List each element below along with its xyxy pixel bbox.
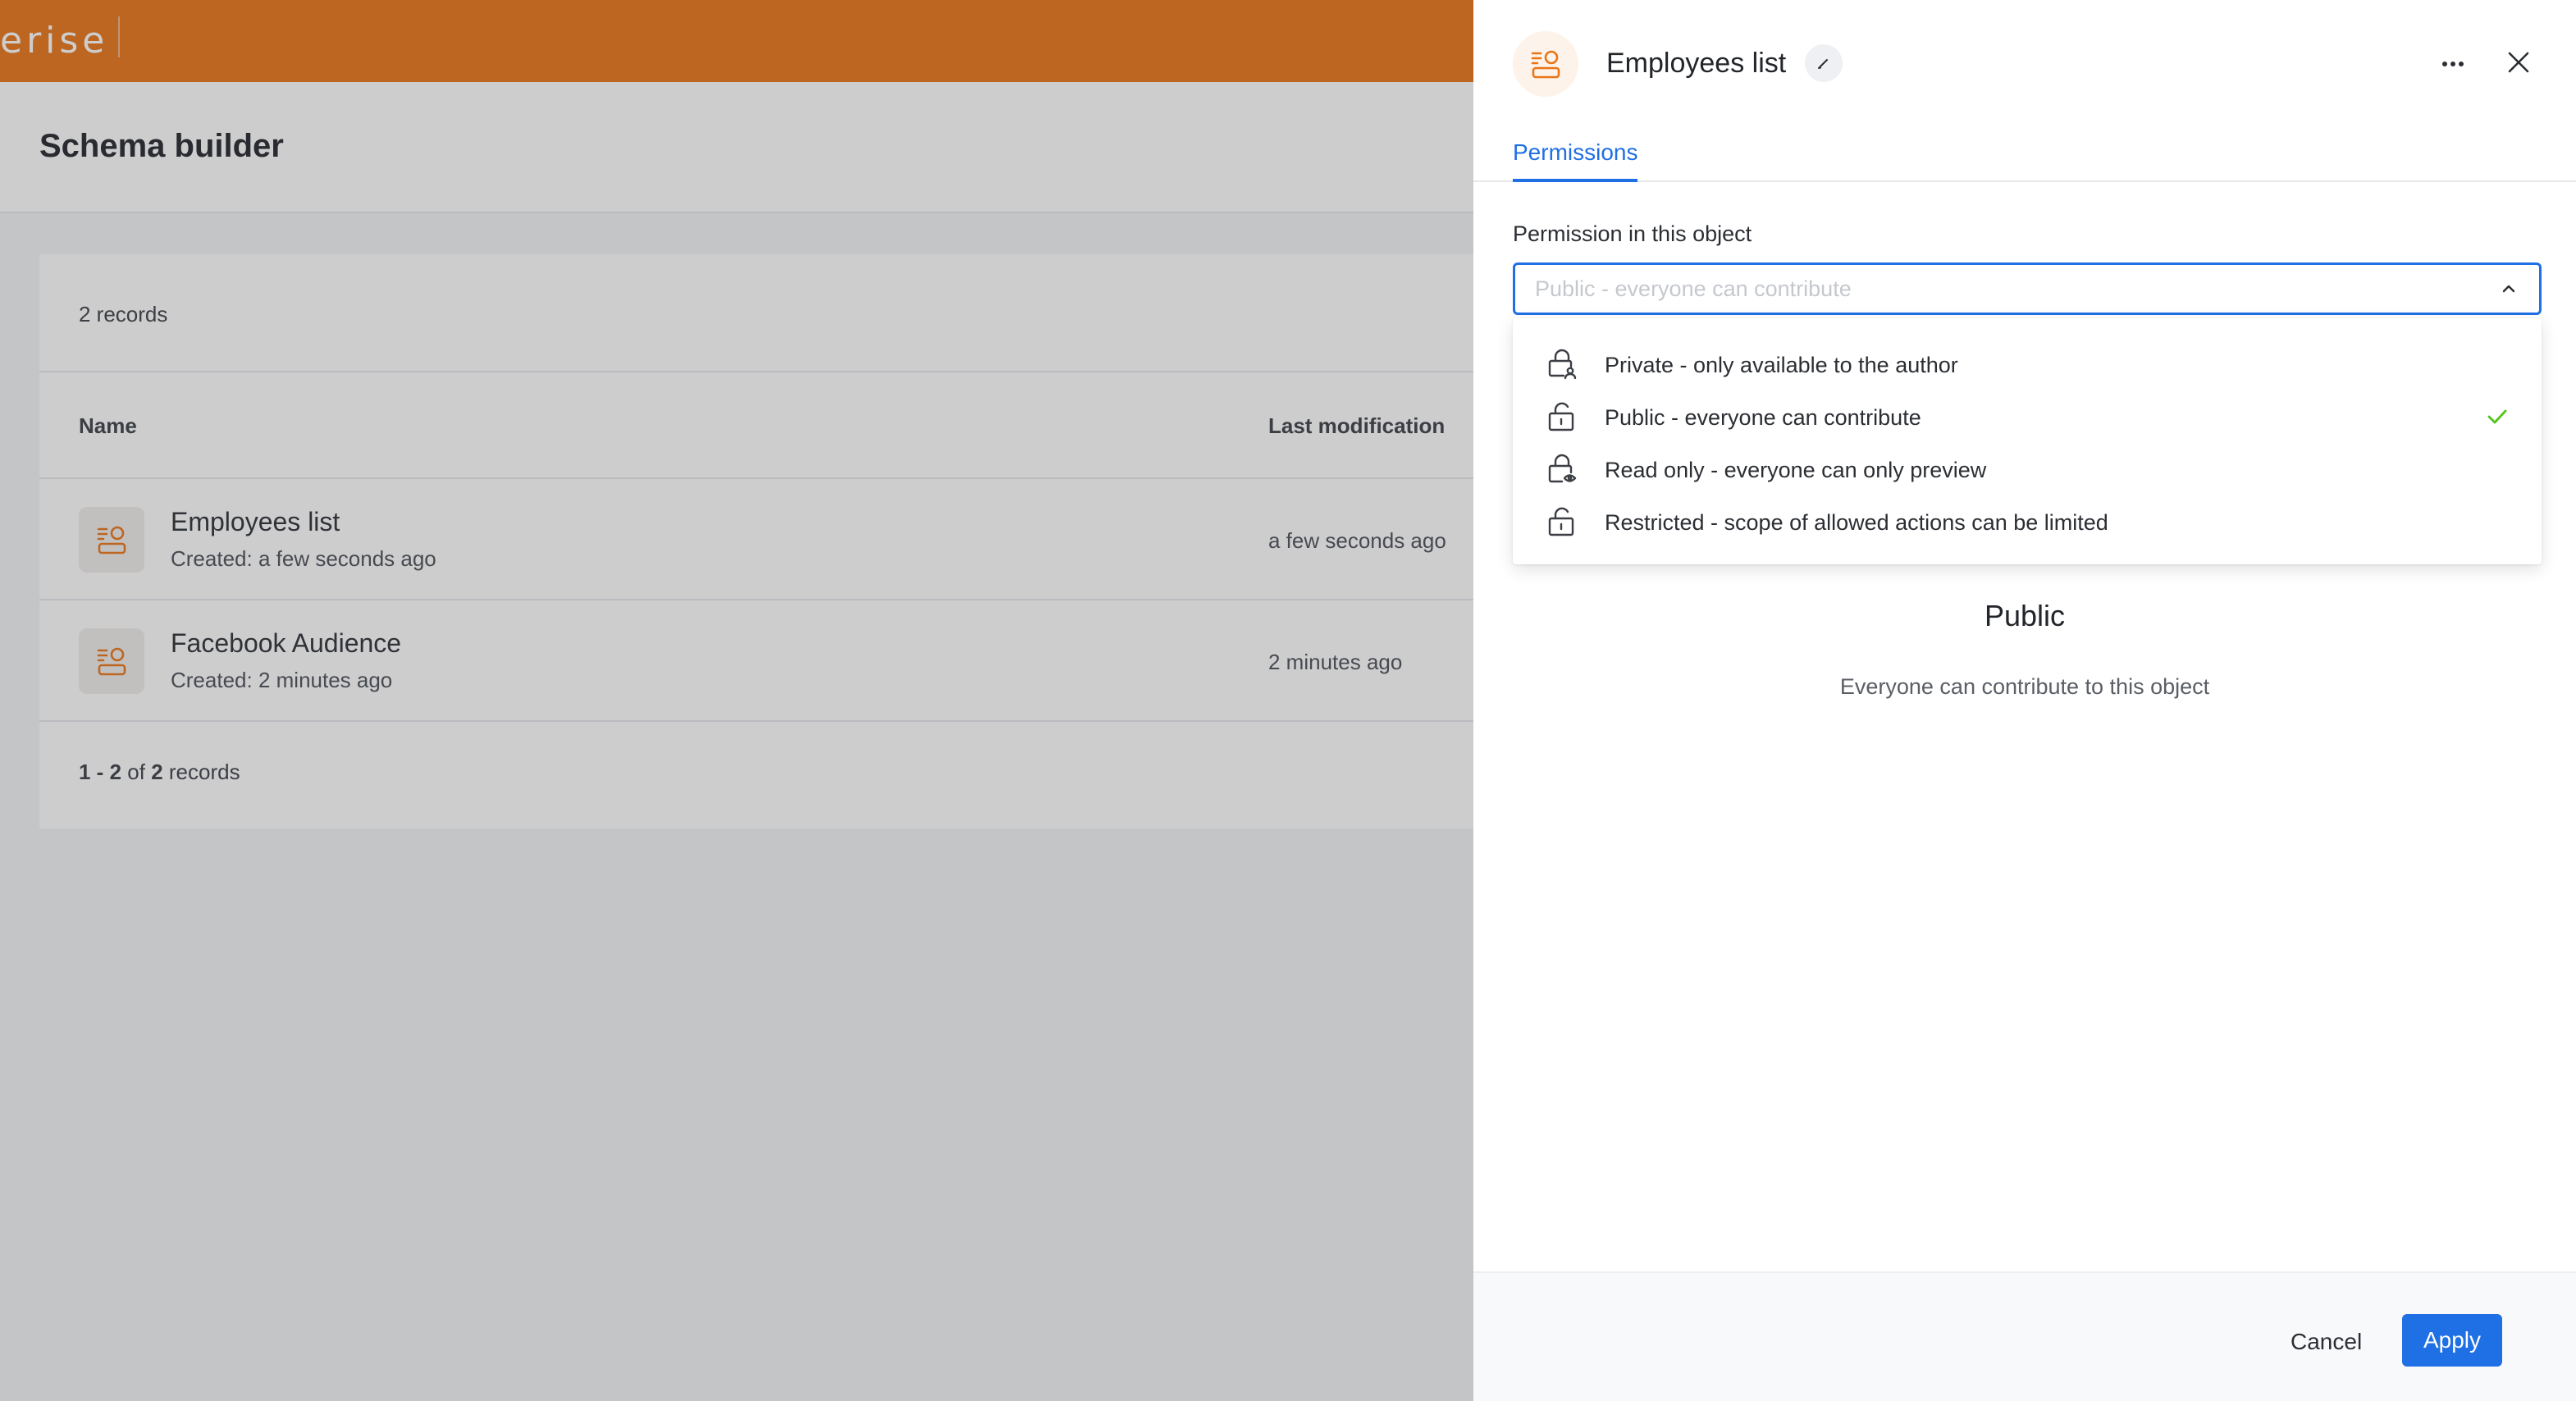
unlock-icon xyxy=(1546,505,1578,538)
permission-select[interactable]: Public - everyone can contribute xyxy=(1513,262,2542,315)
drawer-tabs: Permissions xyxy=(1473,131,2576,182)
more-options-button[interactable] xyxy=(2433,44,2473,84)
more-horizontal-icon xyxy=(2442,62,2464,66)
drawer-title: Employees list xyxy=(1606,48,1787,79)
tab-permissions[interactable]: Permissions xyxy=(1513,139,1638,182)
permission-info-description: Everyone can contribute to this object xyxy=(1839,674,2210,699)
modal-backdrop[interactable] xyxy=(0,0,1473,1401)
option-label: Restricted - scope of allowed actions ca… xyxy=(1605,510,2108,535)
drawer-footer: Cancel Apply xyxy=(1473,1271,2576,1401)
close-icon xyxy=(2508,52,2529,73)
check-icon xyxy=(2484,404,2510,430)
permission-field-label: Permission in this object xyxy=(1513,221,1752,246)
permission-info-title: Public xyxy=(1984,599,2066,632)
permission-dropdown-menu: Private - only available to the author P… xyxy=(1513,318,2542,564)
apply-button[interactable]: Apply xyxy=(2402,1314,2502,1367)
permission-option-private[interactable]: Private - only available to the author xyxy=(1513,338,2542,390)
option-label: Read only - everyone can only preview xyxy=(1605,458,1987,482)
close-drawer-button[interactable] xyxy=(2497,41,2540,84)
option-label: Public - everyone can contribute xyxy=(1605,405,1921,430)
chevron-up-icon xyxy=(2496,276,2521,301)
permission-option-restricted[interactable]: Restricted - scope of allowed actions ca… xyxy=(1513,495,2542,548)
unlock-icon xyxy=(1546,400,1578,433)
permission-option-public[interactable]: Public - everyone can contribute xyxy=(1513,390,2542,443)
permission-option-read-only[interactable]: Read only - everyone can only preview xyxy=(1513,443,2542,495)
lock-user-icon xyxy=(1546,348,1578,381)
permissions-drawer: Employees list Permissions Permission in… xyxy=(1473,0,2576,1401)
schema-icon xyxy=(1513,31,1578,97)
permission-select-placeholder: Public - everyone can contribute xyxy=(1535,276,1852,301)
pencil-icon xyxy=(1818,59,1828,69)
option-label: Private - only available to the author xyxy=(1605,353,1958,377)
edit-title-button[interactable] xyxy=(1805,44,1843,82)
lock-eye-icon xyxy=(1546,453,1578,486)
cancel-button[interactable]: Cancel xyxy=(2274,1316,2378,1368)
